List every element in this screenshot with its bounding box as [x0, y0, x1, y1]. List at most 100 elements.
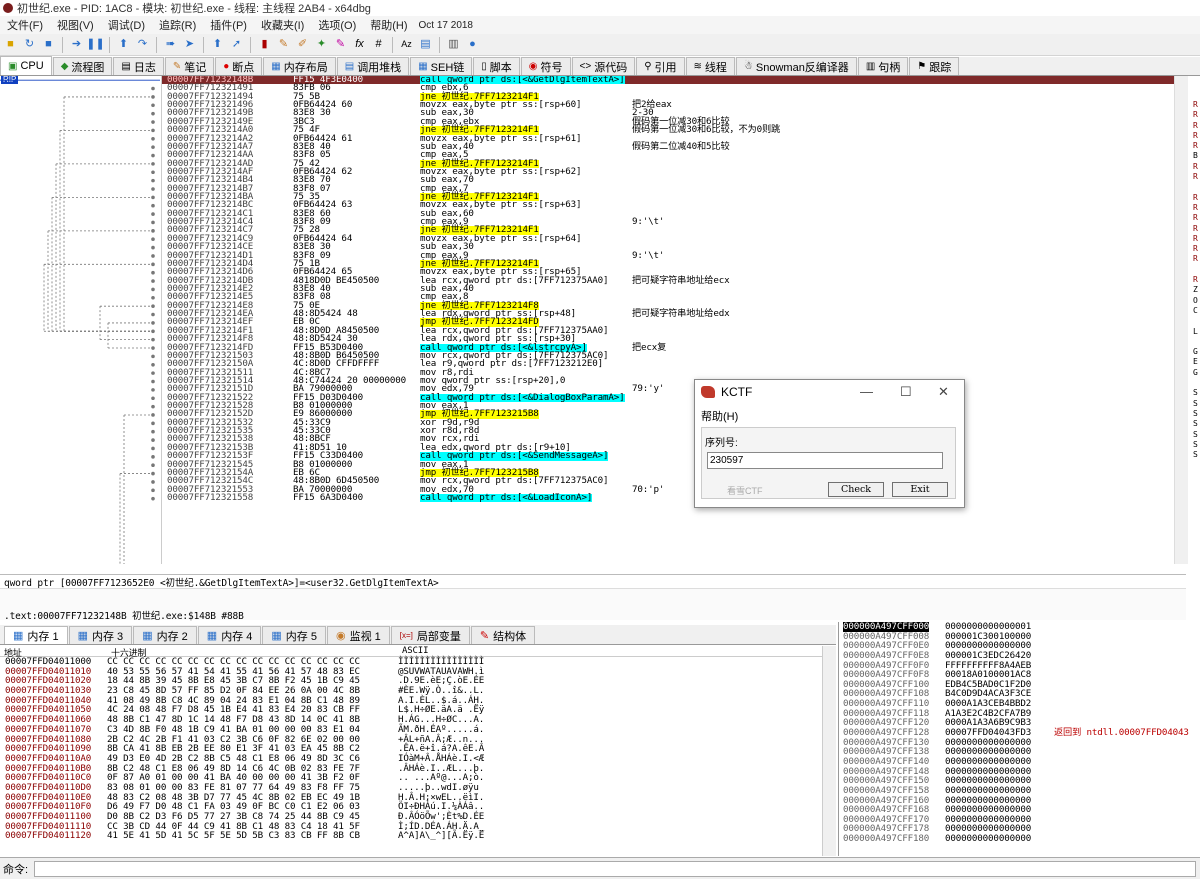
stack-comment: 返回到 ntdll.00007FFD04043	[1054, 727, 1189, 739]
disassembly-view[interactable]: 00007FF71232148B FF15 4F3E0400 call qword …	[162, 76, 1174, 564]
menu-view[interactable]: 视图(V)	[50, 17, 101, 33]
menu-favourites[interactable]: 收藏夹(I)	[254, 17, 311, 33]
restart-icon[interactable]: ↻	[22, 37, 37, 52]
tab-seh[interactable]: ▦ SEH链	[410, 57, 473, 75]
close-icon[interactable]: ■	[41, 37, 56, 52]
tab-snowman[interactable]: ☃ Snowman反编译器	[735, 57, 857, 75]
step-over-icon[interactable]: ↷	[135, 37, 150, 52]
jump-dot	[151, 388, 155, 392]
trace-over-icon[interactable]: ➤	[182, 37, 197, 52]
disasm-address: 00007FF712321558	[167, 491, 254, 503]
tab-script[interactable]: ▯ 脚本	[473, 57, 520, 75]
tab-cpu[interactable]: ▣ CPU	[0, 56, 52, 75]
menu-debug[interactable]: 调试(D)	[101, 17, 152, 33]
bookmark-icon[interactable]: ✎	[333, 37, 348, 52]
globe-icon[interactable]: ●	[465, 37, 480, 52]
tab-handles[interactable]: ▥ 句柄	[857, 57, 909, 75]
disassembly-scrollbar[interactable]	[1174, 76, 1188, 564]
register-letter: S	[1193, 419, 1198, 429]
tab-memory-map[interactable]: ▦ 内存布局	[263, 57, 336, 75]
struct-icon: ✎	[479, 630, 490, 642]
command-input[interactable]	[34, 860, 1196, 877]
scylla-icon[interactable]: ▮	[257, 37, 272, 52]
tab-call-stack[interactable]: ▤ 调用堆栈	[336, 57, 410, 75]
tab-struct[interactable]: ✎ 结构体	[470, 626, 536, 644]
menu-options[interactable]: 选项(O)	[311, 17, 363, 33]
tab-locals[interactable]: [x=] 局部变量	[390, 626, 470, 644]
tab-notes[interactable]: ✎ 笔记	[164, 57, 215, 75]
dump-hex: 41 5E 41 5D 41 5C 5F 5E 5D 5B C3 83 CB F…	[107, 830, 360, 842]
tab-label: 符号	[540, 61, 563, 74]
stack-row[interactable]: 000000A497CFF180 0000000000000000	[839, 834, 1200, 844]
memory-icon: ▦	[142, 630, 153, 642]
tab-log[interactable]: ▤ 日志	[113, 57, 164, 75]
tab-dump-2[interactable]: ▦ 内存 2	[133, 626, 197, 644]
disasm-comment: 9:'\t'	[632, 216, 665, 228]
pause-icon[interactable]: ❚❚	[86, 37, 104, 52]
memory-dump[interactable]: 地址 十六进制 ASCII 00007FFD04011000 CC CC CC C…	[0, 646, 836, 856]
menu-file[interactable]: 文件(F)	[0, 17, 50, 33]
menu-trace[interactable]: 追踪(R)	[152, 17, 203, 33]
execute-till-return-icon[interactable]: ⬆	[210, 37, 225, 52]
jump-dot	[151, 396, 155, 401]
jump-dot	[151, 404, 155, 409]
disasm-row[interactable]: 00007FF712321558 FF15 6A3D0400 call qword …	[162, 491, 1174, 503]
dump-row[interactable]: 00007FFD04011120 41 5E 41 5D 41 5C 5F 5E …	[0, 831, 836, 841]
tab-references[interactable]: ⚲ 引用	[636, 57, 685, 75]
dump-scrollbar[interactable]	[822, 646, 836, 856]
step-into-icon[interactable]: ⬆	[116, 37, 131, 52]
app-icon	[3, 3, 13, 13]
disasm-comment: 70:'p'	[632, 483, 665, 495]
tab-label: 引用	[654, 61, 677, 74]
kanxue-ctf-link[interactable]: 看雪CTF	[727, 484, 763, 497]
tab-dump-5[interactable]: ▦ 内存 5	[262, 626, 326, 644]
notes-icon: ✎	[172, 61, 182, 72]
close-icon[interactable]: ✕	[938, 384, 949, 400]
trace-into-icon[interactable]: ➠	[163, 37, 178, 52]
run-to-user-code-icon[interactable]: ➚	[229, 37, 244, 52]
serial-input[interactable]: 230597	[707, 452, 943, 469]
calculator-icon[interactable]: ▤	[418, 37, 433, 52]
minimize-icon[interactable]: —	[860, 384, 873, 399]
tab-threads[interactable]: ≋ 线程	[685, 57, 735, 75]
tab-trace[interactable]: ⚑ 跟踪	[909, 57, 960, 75]
tab-symbols[interactable]: ◉ 符号	[520, 57, 571, 75]
tab-dump-3[interactable]: ▦ 内存 3	[68, 626, 133, 644]
open-icon[interactable]: ■	[3, 37, 18, 52]
register-letter: R	[1193, 161, 1198, 171]
jump-dot	[151, 287, 155, 292]
maximize-icon[interactable]: ☐	[900, 384, 912, 400]
menu-help[interactable]: 帮助(H)	[363, 17, 414, 33]
title-bar: 初世纪.exe - PID: 1AC8 - 模块: 初世纪.exe - 线程: …	[0, 0, 1200, 16]
jump-dot	[151, 346, 155, 350]
tab-label: 流程图	[71, 61, 105, 74]
call-stack-icon: ▤	[344, 61, 355, 72]
tab-breakpoints[interactable]: ● 断点	[215, 57, 263, 75]
comment-icon[interactable]: ✐	[295, 37, 310, 52]
tab-watch-1[interactable]: ◉ 监视 1	[326, 626, 390, 644]
label-icon[interactable]: ✦	[314, 37, 329, 52]
hash-icon[interactable]: #	[371, 37, 386, 52]
menu-plugins[interactable]: 插件(P)	[203, 17, 254, 33]
function-icon[interactable]: fx	[352, 37, 367, 52]
tab-dump-4[interactable]: ▦ 内存 4	[197, 626, 262, 644]
notepad-icon[interactable]: ▥	[446, 37, 461, 52]
exit-button[interactable]: Exit	[892, 482, 948, 497]
patch-icon[interactable]: ✎	[276, 37, 291, 52]
serial-group-label: 序列号:	[703, 434, 740, 449]
jump-dot	[151, 413, 155, 417]
jump-dot	[151, 321, 155, 325]
tab-dump-1[interactable]: ▦ 内存 1	[4, 626, 68, 644]
check-button[interactable]: Check	[828, 482, 884, 497]
register-letter: R	[1193, 223, 1198, 233]
dump-header-ascii: ASCII	[402, 646, 429, 656]
dump-header-hex: 十六进制	[111, 649, 147, 659]
font-icon[interactable]: Az	[399, 37, 414, 52]
stack-view[interactable]: 000000A497CFF000 0000000000000001 000000A4…	[838, 622, 1200, 856]
tab-graph[interactable]: ◆ 流程图	[52, 57, 113, 75]
register-letter: R	[1193, 120, 1198, 130]
register-letter: R	[1193, 192, 1198, 202]
tab-source[interactable]: <> 源代码	[571, 57, 636, 75]
dialog-help-menu[interactable]: 帮助(H)	[701, 408, 738, 424]
run-icon[interactable]: ➔	[69, 37, 84, 52]
